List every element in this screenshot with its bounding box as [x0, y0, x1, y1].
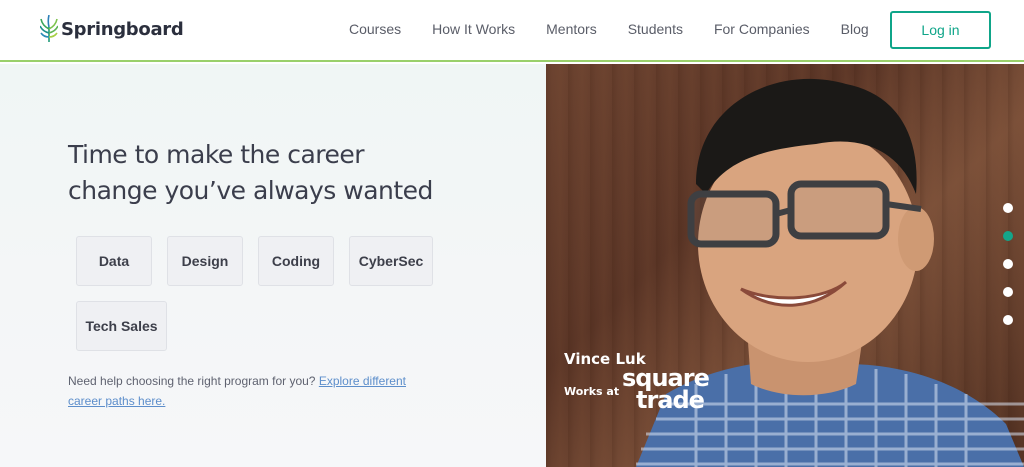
- help-prompt: Need help choosing the right program for…: [68, 374, 316, 388]
- category-tech-sales-button[interactable]: Tech Sales: [76, 301, 167, 351]
- company-logo-line-2: trade: [636, 386, 705, 414]
- squaretrade-logo: square trade: [622, 366, 710, 414]
- login-button[interactable]: Log in: [890, 11, 991, 49]
- nav-for-companies[interactable]: For Companies: [714, 21, 810, 37]
- headline-line-1: Time to make the career: [68, 140, 365, 169]
- carousel-dot-3[interactable]: [1003, 259, 1013, 269]
- nav-courses[interactable]: Courses: [349, 21, 401, 37]
- nav-how-it-works[interactable]: How It Works: [432, 21, 515, 37]
- category-data-button[interactable]: Data: [76, 236, 152, 286]
- nav-mentors[interactable]: Mentors: [546, 21, 597, 37]
- hero-headline: Time to make the career change you’ve al…: [68, 137, 508, 209]
- carousel-dots: [1003, 203, 1013, 343]
- person-photo: [636, 78, 1024, 467]
- carousel-dot-5[interactable]: [1003, 315, 1013, 325]
- works-at-label: Works at: [564, 385, 620, 398]
- testimonial-photo: Vince Luk Works at square trade: [546, 64, 1024, 467]
- main-nav: Courses How It Works Mentors Students Fo…: [349, 21, 900, 37]
- category-cybersec-button[interactable]: CyberSec: [349, 236, 433, 286]
- carousel-dot-4[interactable]: [1003, 287, 1013, 297]
- carousel-dot-2[interactable]: [1003, 231, 1013, 241]
- nav-blog[interactable]: Blog: [841, 21, 869, 37]
- category-design-button[interactable]: Design: [167, 236, 243, 286]
- headline-line-2: change you’ve always wanted: [68, 176, 433, 205]
- logo-text: Springboard: [61, 18, 184, 40]
- springboard-logo[interactable]: Springboard: [40, 15, 184, 43]
- carousel-dot-1[interactable]: [1003, 203, 1013, 213]
- springboard-leaf-icon: [40, 15, 58, 42]
- help-text: Need help choosing the right program for…: [68, 371, 428, 411]
- nav-students[interactable]: Students: [628, 21, 683, 37]
- category-coding-button[interactable]: Coding: [258, 236, 334, 286]
- hero-panel: Time to make the career change you’ve al…: [0, 64, 546, 467]
- top-header: Springboard Courses How It Works Mentors…: [0, 0, 1024, 62]
